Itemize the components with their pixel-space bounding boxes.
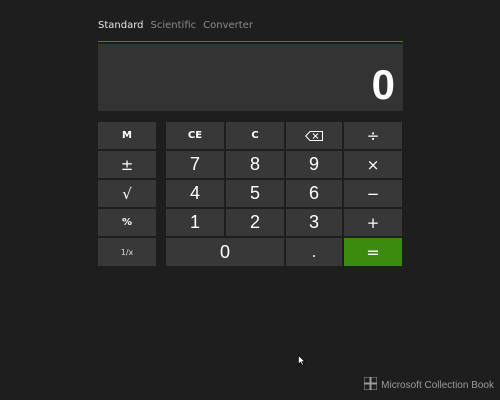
tab-converter[interactable]: Converter — [203, 20, 253, 31]
clear-button[interactable]: C — [226, 122, 284, 149]
equals-button[interactable]: = — [344, 238, 402, 266]
digit-1-button[interactable]: 1 — [166, 209, 224, 236]
tab-standard[interactable]: Standard — [98, 20, 144, 31]
reciprocal-button[interactable]: 1/x — [98, 238, 156, 266]
multiply-button[interactable]: × — [344, 151, 402, 178]
watermark-text: Microsoft Collection Book — [381, 379, 494, 391]
digit-6-button[interactable]: 6 — [286, 180, 342, 207]
backspace-icon — [305, 126, 323, 145]
square-root-button[interactable]: √ — [98, 180, 156, 207]
add-button[interactable]: + — [344, 209, 402, 236]
digit-8-button[interactable]: 8 — [226, 151, 284, 178]
windows-logo-icon — [363, 376, 378, 393]
subtract-button[interactable]: − — [344, 180, 402, 207]
percent-button[interactable]: % — [98, 209, 156, 236]
clear-entry-button[interactable]: CE — [166, 122, 224, 149]
backspace-button[interactable] — [286, 122, 342, 149]
display-value: 0 — [371, 61, 395, 108]
digit-3-button[interactable]: 3 — [286, 209, 342, 236]
digit-2-button[interactable]: 2 — [226, 209, 284, 236]
digit-4-button[interactable]: 4 — [166, 180, 224, 207]
decimal-button[interactable]: . — [286, 238, 342, 266]
watermark: Microsoft Collection Book — [363, 376, 494, 393]
accent-divider — [98, 41, 403, 42]
mode-tabs: Standard Scientific Converter — [98, 20, 253, 31]
digit-5-button[interactable]: 5 — [226, 180, 284, 207]
calculator-app: Standard Scientific Converter 0 M ± √ % … — [0, 0, 500, 400]
digit-0-button[interactable]: 0 — [166, 238, 284, 266]
plus-minus-button[interactable]: ± — [98, 151, 156, 178]
memory-button[interactable]: M — [98, 122, 156, 149]
digit-9-button[interactable]: 9 — [286, 151, 342, 178]
tab-scientific[interactable]: Scientific — [151, 20, 197, 31]
digit-7-button[interactable]: 7 — [166, 151, 224, 178]
result-display: 0 — [98, 44, 403, 111]
divide-button[interactable]: ÷ — [344, 122, 402, 149]
